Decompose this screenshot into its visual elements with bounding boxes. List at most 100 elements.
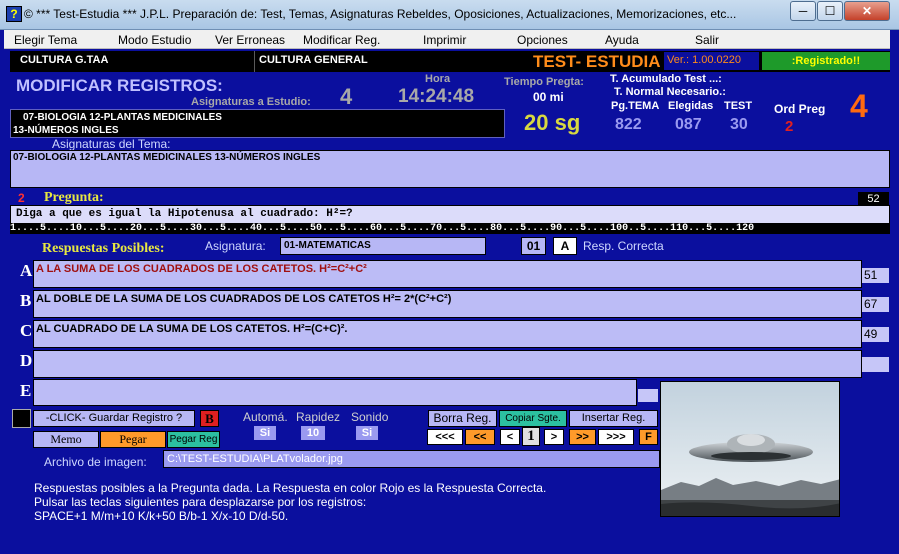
menu-ayuda[interactable]: Ayuda: [605, 33, 639, 47]
answer-d-count: [862, 357, 889, 372]
rapidez-label: Rapidez: [296, 410, 341, 424]
selected-subjects-box: 07-BIOLOGIA 12-PLANTAS MEDICINALES 13-NÚ…: [10, 109, 505, 138]
answer-e-field[interactable]: [33, 379, 637, 406]
tema-field[interactable]: 07-BIOLOGIA 12-PLANTAS MEDICINALES 13-NÚ…: [10, 150, 890, 188]
answer-a-field[interactable]: A LA SUMA DE LOS CUADRADOS DE LOS CATETO…: [33, 260, 862, 288]
nav-prev-button[interactable]: <: [500, 429, 520, 445]
pregunta-label: Pregunta:: [44, 190, 104, 205]
copiar-sgte-button[interactable]: Copiar Sgte.: [499, 410, 567, 427]
automa-toggle[interactable]: Si: [254, 426, 276, 440]
selected-subjects-line1: 07-BIOLOGIA 12-PLANTAS MEDICINALES: [23, 112, 222, 123]
title-bar: ? © *** Test-Estudia *** J.P.L. Preparac…: [0, 0, 899, 30]
nav-current: 1: [522, 427, 540, 446]
registered-badge: :Registrado!!: [762, 52, 890, 70]
cultura-general: CULTURA GENERAL: [259, 54, 368, 66]
tiempo-label: Tiempo Pregta:: [504, 76, 584, 88]
color-swatch[interactable]: [12, 409, 31, 428]
elegidas-label: Elegidas: [668, 100, 714, 112]
answer-c-field[interactable]: AL CUADRADO DE LA SUMA DE LOS CATETOS. H…: [33, 320, 862, 348]
test-value: 30: [730, 116, 748, 133]
menu-bar: Elegir Tema Modo Estudio Ver Erroneas Mo…: [4, 30, 890, 49]
selected-subjects-line2: 13-NÚMEROS INGLES: [13, 125, 119, 136]
test-label: TEST: [724, 100, 753, 112]
acumulado-label: T. Acumulado Test ...:: [610, 73, 722, 85]
guardar-button[interactable]: -CLICK- Guardar Registro ?: [33, 410, 195, 427]
page-title: MODIFICAR REGISTROS:: [16, 76, 223, 95]
normal-label: T. Normal Necesario.:: [614, 86, 726, 98]
column-ruler: 1....5....10...5....20...5....30...5....…: [10, 223, 890, 234]
close-button[interactable]: ✕: [844, 1, 890, 21]
help-line2: Pulsar las teclas siguientes para despla…: [34, 495, 367, 509]
nav-fwd10-button[interactable]: >>: [569, 429, 596, 445]
answer-b-field[interactable]: AL DOBLE DE LA SUMA DE LOS CUADRADOS DE …: [33, 290, 862, 318]
pegar-reg-button[interactable]: Pegar Reg: [167, 431, 220, 448]
ufo-image: [661, 382, 839, 516]
hora-value: 14:24:48: [398, 86, 475, 107]
minimize-button[interactable]: ─: [790, 1, 816, 21]
sonido-toggle[interactable]: Si: [356, 426, 378, 440]
insertar-reg-button[interactable]: Insertar Reg.: [569, 410, 658, 427]
cultura-left: CULTURA G.TAA: [20, 54, 109, 66]
version-label: Ver.: 1.00.0220: [664, 52, 759, 70]
pregunta-length: 52: [858, 192, 889, 206]
pregunta-number: 2: [18, 191, 25, 205]
answer-c-count: 49: [862, 327, 889, 342]
tiempo-mode: 00 mi: [533, 90, 564, 104]
answer-d-field[interactable]: [33, 350, 862, 378]
nav-f-button[interactable]: F: [639, 429, 658, 445]
asignaturas-label: Asignaturas a Estudio:: [191, 96, 311, 108]
answer-a-count: 51: [862, 268, 889, 283]
memo-button[interactable]: Memo: [33, 431, 99, 448]
ord-preg-label: Ord Preg: [774, 102, 826, 116]
menu-modo-estudio[interactable]: Modo Estudio: [118, 33, 191, 47]
answer-letter-d: D: [20, 351, 33, 370]
answer-letter-c: C: [20, 321, 33, 340]
archivo-label: Archivo de imagen:: [44, 455, 147, 469]
b-button[interactable]: B: [200, 410, 219, 427]
header-divider: [254, 51, 255, 72]
nav-last-button[interactable]: >>>: [598, 429, 634, 445]
nav-back10-button[interactable]: <<: [465, 429, 495, 445]
asignaturas-count: 4: [340, 84, 353, 109]
pg-tema-label: Pg.TEMA: [611, 100, 660, 112]
ord-preg-small: 2: [785, 118, 794, 135]
archivo-field[interactable]: C:\TEST-ESTUDIA\PLATvolador.jpg: [163, 450, 660, 468]
menu-salir[interactable]: Salir: [695, 33, 719, 47]
menu-opciones[interactable]: Opciones: [517, 33, 568, 47]
nav-first-button[interactable]: <<<: [427, 429, 463, 445]
tema-value: 07-BIOLOGIA 12-PLANTAS MEDICINALES 13-NÚ…: [13, 152, 321, 163]
answer-e-count: [638, 389, 658, 402]
maximize-button[interactable]: ☐: [817, 1, 843, 21]
asignatura-label: Asignatura:: [205, 239, 266, 253]
archivo-value: C:\TEST-ESTUDIA\PLATvolador.jpg: [167, 453, 343, 465]
menu-imprimir[interactable]: Imprimir: [423, 33, 466, 47]
pregunta-text: Diga a que es igual la Hipotenusa al cua…: [16, 208, 353, 220]
help-line1: Respuestas posibles a la Pregunta dada. …: [34, 481, 547, 495]
pg-tema-value: 822: [615, 116, 642, 133]
help-line3: SPACE+1 M/m+10 K/k+50 B/b-1 X/x-10 D/d-5…: [34, 509, 289, 523]
app-icon: ?: [6, 6, 22, 22]
tiempo-seconds: 20 sg: [524, 110, 581, 135]
correct-letter-field[interactable]: A: [553, 237, 577, 255]
borra-reg-button[interactable]: Borra Reg.: [428, 410, 497, 427]
image-preview[interactable]: [660, 381, 840, 517]
nav-next-button[interactable]: >: [544, 429, 564, 445]
menu-elegir-tema[interactable]: Elegir Tema: [14, 33, 77, 47]
rapidez-field[interactable]: 10: [301, 426, 325, 440]
menu-ver-erroneas[interactable]: Ver Erroneas: [215, 33, 285, 47]
answer-letter-a: A: [20, 261, 33, 280]
answer-b-count: 67: [862, 297, 889, 312]
tema-label: Asignaturas del Tema:: [52, 137, 171, 151]
asignatura-code[interactable]: 01: [521, 237, 546, 255]
elegidas-value: 087: [675, 116, 702, 133]
asignatura-field[interactable]: 01-MATEMATICAS: [280, 237, 486, 255]
answer-letter-e: E: [20, 381, 32, 400]
pregunta-field[interactable]: Diga a que es igual la Hipotenusa al cua…: [10, 205, 890, 224]
asignatura-value: 01-MATEMATICAS: [284, 240, 371, 251]
brand-label: TEST- ESTUDIA: [533, 52, 661, 71]
respuestas-label: Respuestas Posibles:: [42, 241, 165, 256]
correct-label: Resp. Correcta: [583, 239, 664, 253]
pegar-button[interactable]: Pegar: [100, 431, 166, 448]
window-title: © *** Test-Estudia *** J.P.L. Preparació…: [24, 7, 737, 21]
menu-modificar-reg[interactable]: Modificar Reg.: [303, 33, 380, 47]
